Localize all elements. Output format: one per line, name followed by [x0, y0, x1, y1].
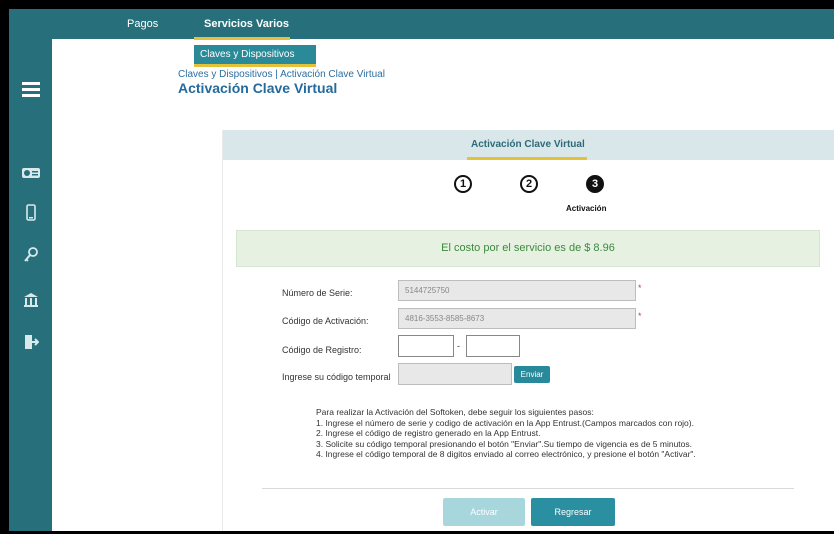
active-step-label: Activación [566, 204, 607, 213]
page-title: Activación Clave Virtual [178, 80, 338, 96]
window-border-top [0, 0, 834, 9]
serie-label: Número de Serie: [282, 288, 353, 298]
submenu-active-indicator [194, 64, 316, 67]
serie-required-mark: * [638, 283, 642, 293]
registro-label: Código de Registro: [282, 345, 362, 355]
nav-active-indicator [194, 37, 290, 40]
serie-input[interactable]: 5144725750 [398, 280, 636, 301]
instruction-step-1: 1. Ingrese el número de serie y codigo d… [316, 417, 694, 428]
activation-card: Activación Clave Virtual 1 2 3 Activació… [222, 130, 834, 531]
instruction-step-4: 4. Ingrese el código temporal de 8 digit… [316, 449, 696, 459]
breadcrumb[interactable]: Claves y Dispositivos | Activación Clave… [178, 69, 385, 80]
registro-input-2[interactable] [466, 335, 520, 357]
regresar-button[interactable]: Regresar [531, 498, 615, 526]
bank-icon[interactable] [9, 291, 52, 314]
window-border-left [0, 0, 9, 534]
submenu-claves-dispositivos[interactable]: Claves y Dispositivos [194, 45, 316, 64]
activar-button[interactable]: Activar [443, 498, 525, 526]
card-header-title: Activación Clave Virtual [471, 139, 585, 150]
registro-separator: - [457, 341, 460, 351]
logout-icon[interactable] [9, 333, 52, 356]
instructions-intro: Para realizar la Activación del Softoken… [316, 407, 594, 417]
mobile-icon[interactable] [9, 204, 52, 227]
activacion-required-mark: * [638, 311, 642, 321]
nav-pagos[interactable]: Pagos [127, 9, 158, 39]
activacion-label: Código de Activación: [282, 316, 369, 326]
menu-icon[interactable] [9, 79, 52, 100]
step-2-indicator: 2 [520, 175, 538, 193]
activacion-input[interactable]: 4816-3553-8585-8673 [398, 308, 636, 329]
card-header: Activación Clave Virtual [223, 130, 834, 160]
temporal-input[interactable] [398, 363, 512, 385]
temporal-label: Ingrese su código temporal [282, 372, 391, 382]
instruction-step-2: 2. Ingrese el código de registro generad… [316, 428, 541, 438]
instruction-step-3: 3. Solicite su código temporal presionan… [316, 438, 693, 449]
divider [262, 488, 794, 489]
step-3-indicator: 3 [586, 175, 604, 193]
sidebar [9, 39, 52, 531]
registro-input-1[interactable] [398, 335, 454, 357]
nav-servicios-varios[interactable]: Servicios Varios [204, 9, 289, 39]
card-header-indicator [467, 157, 587, 160]
cost-message: El costo por el servicio es de $ 8.96 [236, 230, 820, 267]
card-icon[interactable] [9, 166, 52, 184]
top-navbar: Pagos Servicios Varios [9, 9, 834, 40]
step-1-indicator: 1 [454, 175, 472, 193]
instructions: Para realizar la Activación del Softoken… [316, 407, 696, 460]
key-icon[interactable] [9, 246, 52, 269]
enviar-button[interactable]: Enviar [514, 366, 550, 383]
